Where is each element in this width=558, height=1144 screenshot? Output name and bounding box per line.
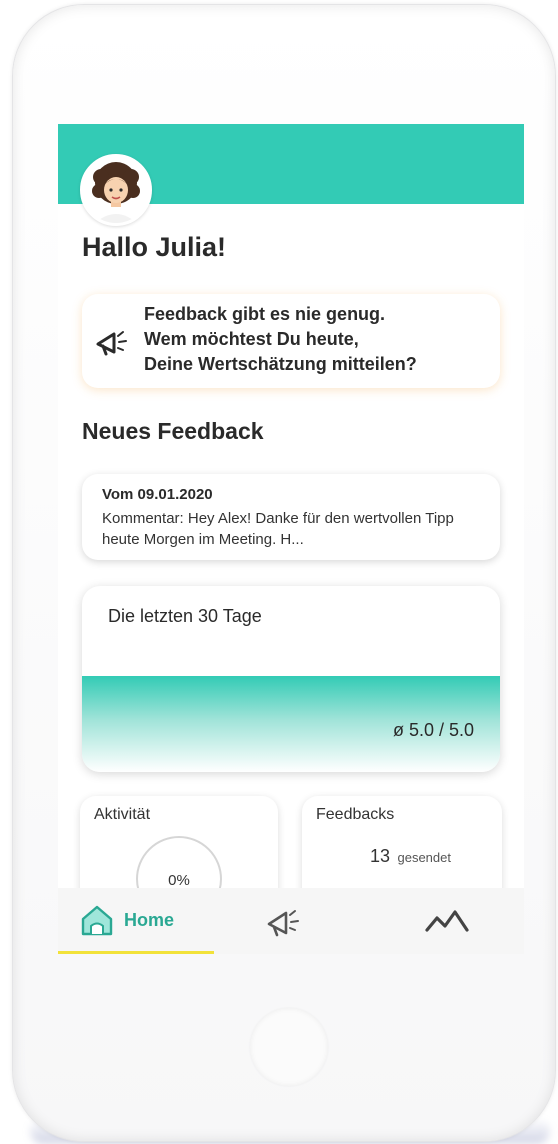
feedbacks-sent: 13 gesendet (370, 846, 451, 867)
activity-label: Aktivität (94, 806, 151, 823)
user-avatar-icon[interactable] (80, 154, 152, 226)
nav-active-indicator (58, 951, 214, 954)
nav-tab-home[interactable]: Home (58, 888, 214, 954)
feedback-prompt-card[interactable]: Feedback gibt es nie genug. Wem möchtest… (82, 294, 500, 388)
home-icon (80, 903, 114, 937)
stats-card[interactable]: Die letzten 30 Tage ø 5.0 / 5.0 (82, 586, 500, 772)
megaphone-icon[interactable] (264, 904, 302, 938)
stats-period-title: Die letzten 30 Tage (108, 606, 262, 626)
activity-value: 0% (168, 872, 190, 889)
device-home-button[interactable] (250, 1008, 328, 1086)
stats-average: ø 5.0 / 5.0 (392, 720, 474, 740)
activity-chart-icon[interactable] (424, 908, 470, 934)
new-feedback-heading: Neues Feedback (82, 418, 264, 444)
app-screen: Hallo Julia! Feedback gibt es nie genug.… (58, 124, 524, 954)
feedback-date: Vom 09.01.2020 (102, 486, 213, 503)
bottom-navigation: Home (58, 888, 524, 954)
megaphone-icon (94, 326, 130, 356)
feedback-comment: Kommentar: Hey Alex! Danke für den wertv… (102, 510, 454, 548)
feedback-list-item[interactable]: Vom 09.01.2020 Kommentar: Hey Alex! Dank… (82, 474, 500, 560)
feedback-prompt-text: Feedback gibt es nie genug. Wem möchtest… (144, 304, 417, 374)
feedbacks-label: Feedbacks (316, 806, 395, 823)
feedbacks-sent-count: 13 (370, 846, 391, 866)
greeting-heading: Hallo Julia! (82, 232, 227, 262)
nav-home-label: Home (124, 910, 175, 930)
feedbacks-sent-label: gesendet (397, 850, 451, 865)
